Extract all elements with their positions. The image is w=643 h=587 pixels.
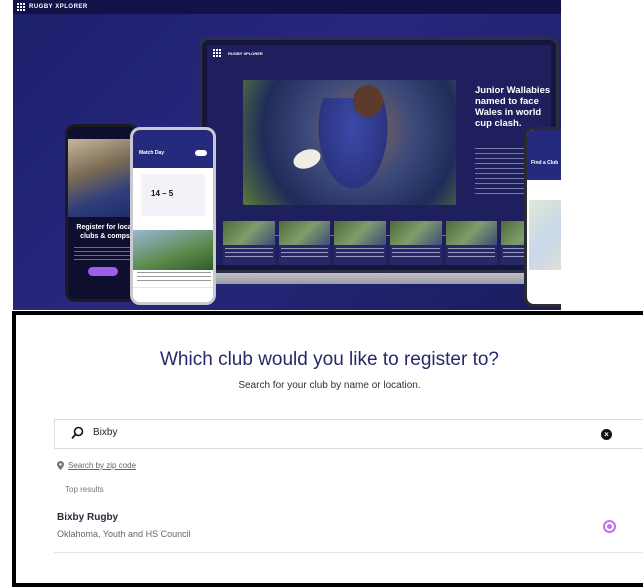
phone-match-day-title: Match Day [139,150,165,156]
phone-mockup-register: Register for local clubs & comps [65,124,139,302]
hero-promo-image: RUGBY XPLORER RUGBY XPLORER Junior Walla… [13,0,561,310]
search-input[interactable] [93,427,493,438]
news-headline: Junior Wallabies named to face Wales in … [475,85,551,129]
phone-body-text [74,247,132,261]
phone-header-pill [195,150,207,156]
phone-tabbar [133,287,213,302]
news-thumb [334,221,387,265]
phone-mockup-matchday: Match Day 14 – 5 [130,127,216,305]
phone-mockup-find-club: Find a Club [524,127,561,307]
hero-topbar: RUGBY XPLORER [13,0,561,14]
grid-menu-icon [17,3,25,11]
club-search-box: × [54,419,643,449]
laptop-screen: RUGBY XPLORER Junior Wallabies named to … [207,45,551,265]
news-thumbnails [223,221,551,265]
register-panel: Which club would you like to register to… [12,311,643,587]
phone-header: Find a Club [527,130,561,180]
news-thumb [223,221,275,265]
laptop-nav: RUGBY XPLORER [207,45,551,61]
phone-register-title: Register for local clubs & comps [76,224,134,240]
phone-map [529,200,561,270]
page-title: Which club would you like to register to… [160,349,499,370]
laptop-mockup: RUGBY XPLORER Junior Wallabies named to … [199,37,559,273]
phone-header: Match Day [133,130,213,168]
zip-search-row: Search by zip code [57,461,136,470]
club-description: Oklahoma, Youth and HS Council [57,529,191,539]
top-results-label: Top results [65,485,104,494]
news-thumb [390,221,442,265]
location-pin-icon [57,461,64,470]
clear-search-icon[interactable]: × [601,429,612,440]
search-by-zip-link[interactable]: Search by zip code [68,461,136,470]
club-select-radio[interactable] [603,520,616,533]
club-name: Bixby Rugby [57,512,119,523]
page-subtitle: Search for your club by name or location… [238,380,421,391]
score-text: 14 – 5 [151,189,174,198]
search-icon [71,426,84,439]
video-thumbnail [243,80,456,205]
phone-find-club-title: Find a Club [531,160,559,166]
player-head [353,85,383,117]
club-result-row[interactable]: Bixby Rugby Oklahoma, Youth and HS Counc… [54,505,643,553]
hero-brand: RUGBY XPLORER [29,4,88,10]
phone-stadium-photo [133,230,213,270]
phone-caption [137,272,211,282]
player-figure [313,98,393,198]
news-thumb [278,221,331,265]
phone-photo [68,139,136,217]
laptop-brand: RUGBY XPLORER [228,50,263,56]
phone-cta [88,267,118,276]
grid-menu-icon [213,49,221,57]
news-thumb [445,221,498,265]
